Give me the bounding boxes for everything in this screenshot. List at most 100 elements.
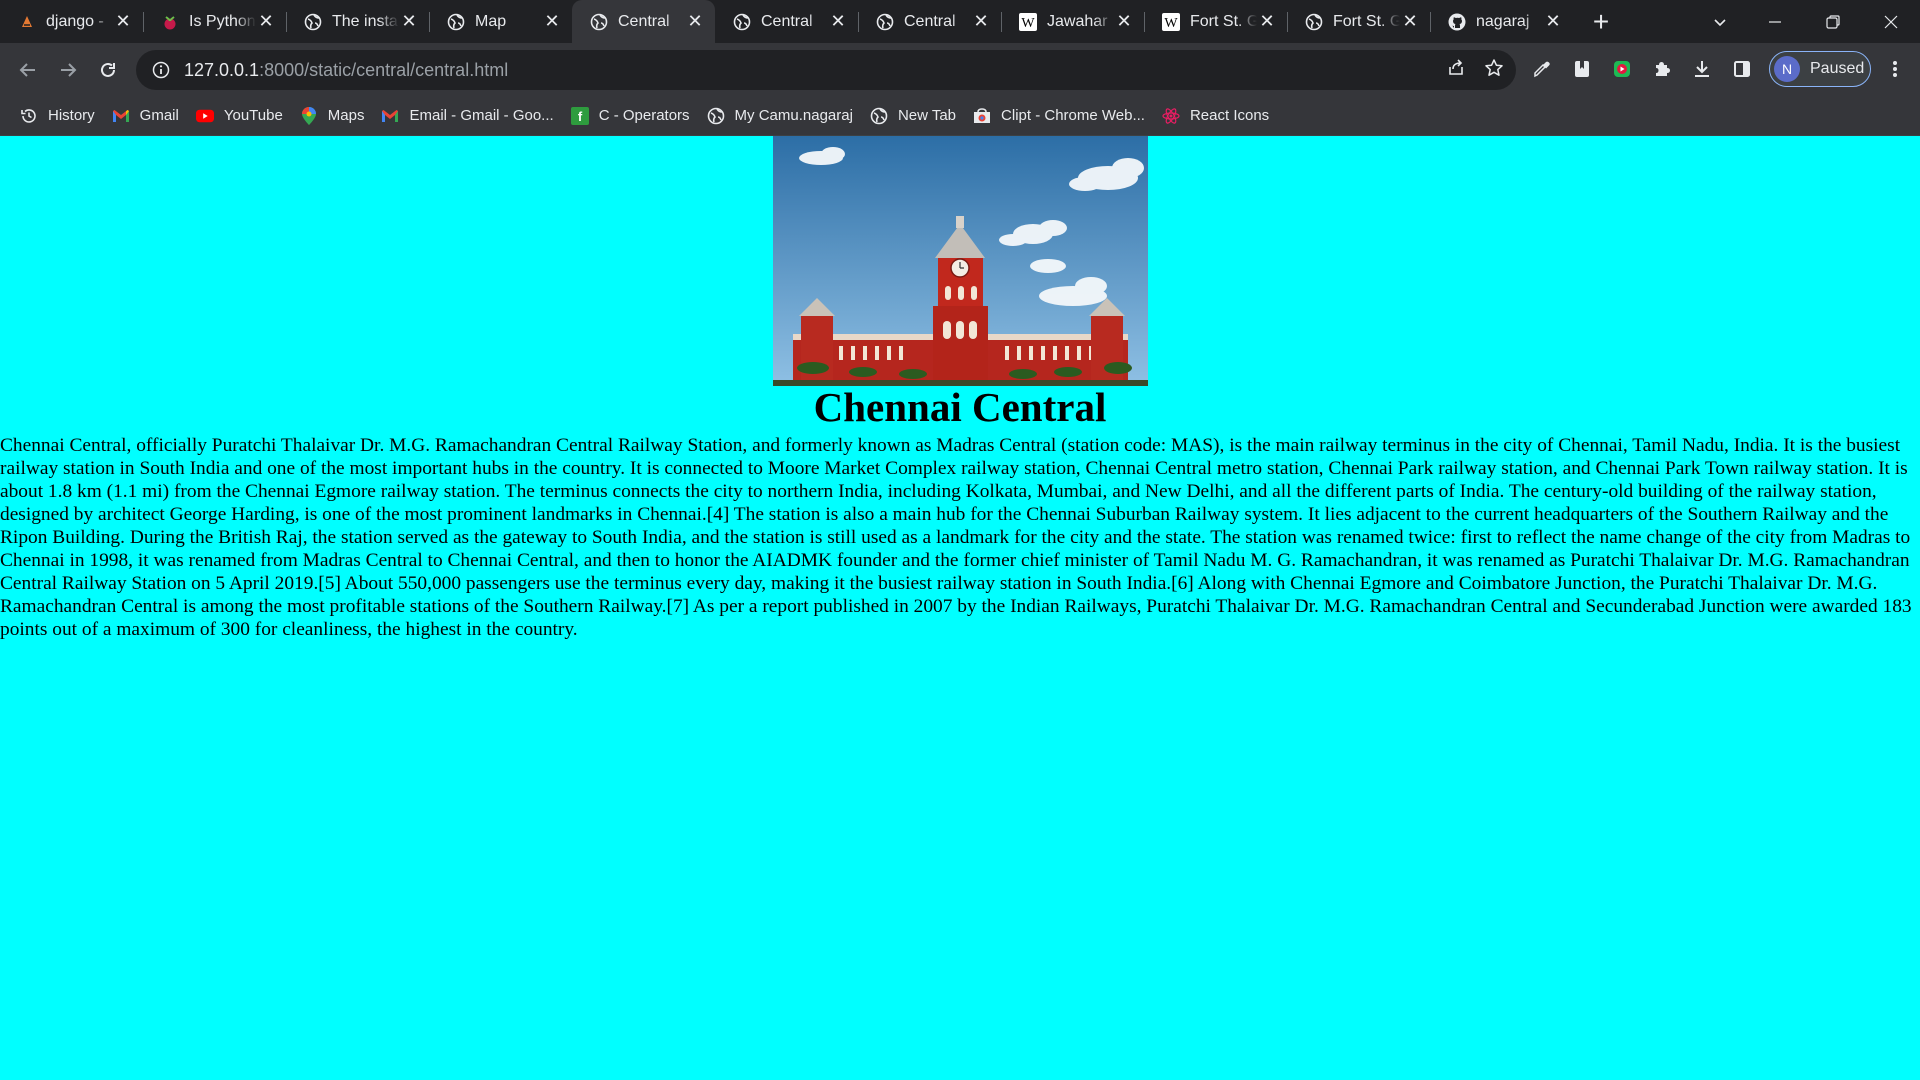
- url-host: 127.0.0.1: [184, 59, 260, 80]
- tab-0[interactable]: django - ✕: [0, 0, 143, 43]
- new-tab-button[interactable]: +: [1581, 0, 1621, 43]
- svg-text:W: W: [1021, 16, 1035, 31]
- profile-button[interactable]: N Paused: [1769, 51, 1871, 87]
- bookmark-youtube[interactable]: YouTube: [190, 100, 292, 132]
- close-icon[interactable]: ✕: [685, 11, 705, 32]
- share-icon[interactable]: [1446, 58, 1466, 83]
- bookmark-label: Email - Gmail - Goo...: [409, 107, 554, 124]
- bookmarks-bar: History Gmail YouTube Maps Email - Gmail…: [0, 96, 1920, 136]
- site-info-icon[interactable]: [150, 59, 172, 81]
- globe-icon: [870, 107, 888, 125]
- url-path: :8000/static/central/central.html: [259, 59, 509, 80]
- tab-1[interactable]: Is Python ✕: [143, 0, 286, 43]
- close-icon[interactable]: ✕: [828, 11, 848, 32]
- bookmark-react-icons[interactable]: React Icons: [1156, 100, 1278, 132]
- tab-title: Is Python: [189, 12, 256, 30]
- tab-title: Map: [475, 12, 507, 30]
- minimize-button[interactable]: [1746, 0, 1804, 43]
- tab-7[interactable]: W Jawahar ✕: [1001, 0, 1144, 43]
- forward-button[interactable]: [48, 50, 88, 90]
- page-title: Chennai Central: [813, 384, 1107, 430]
- globe-icon: [1305, 13, 1323, 31]
- bookmark-label: React Icons: [1189, 107, 1270, 124]
- globe-icon: [733, 13, 751, 31]
- tab-4-active[interactable]: Central ✕: [572, 0, 715, 43]
- puzzle-piece-icon: [1656, 62, 1670, 76]
- eyedropper-icon: [1534, 61, 1550, 78]
- bookmark-star-icon[interactable]: [1484, 58, 1504, 83]
- tab-title: The insta: [332, 12, 398, 30]
- minimize-icon: [1769, 20, 1781, 23]
- avatar: N: [1774, 56, 1800, 82]
- globe-icon: [876, 13, 894, 31]
- reload-button[interactable]: [88, 50, 128, 90]
- bookmark-label: New Tab: [897, 107, 957, 124]
- close-icon[interactable]: ✕: [113, 11, 133, 32]
- bookmark-new-tab[interactable]: New Tab: [864, 100, 965, 132]
- page-body-paragraph: Chennai Central, officially Puratchi Tha…: [0, 435, 1912, 640]
- bookmark-maps[interactable]: Maps: [294, 100, 374, 132]
- reader-extension-button[interactable]: [1566, 49, 1598, 89]
- globe-icon: [590, 13, 608, 31]
- tab-title: nagaraj: [1476, 12, 1530, 30]
- recorder-extension-button[interactable]: [1606, 49, 1638, 89]
- globe-icon: [707, 107, 725, 125]
- bookmark-history[interactable]: History: [14, 100, 104, 132]
- tab-6[interactable]: Central ✕: [858, 0, 1001, 43]
- close-icon[interactable]: ✕: [971, 11, 991, 32]
- gmail-icon: [381, 107, 399, 125]
- chevron-down-icon: [1714, 18, 1726, 26]
- tab-title: django -: [46, 12, 104, 30]
- close-icon[interactable]: ✕: [1114, 11, 1134, 32]
- window-controls: [1746, 0, 1920, 43]
- tab-10[interactable]: nagaraj ✕: [1430, 0, 1573, 43]
- tab-3[interactable]: Map ✕: [429, 0, 572, 43]
- bookmark-email-gmail[interactable]: Email - Gmail - Goo...: [375, 100, 562, 132]
- page-viewport: Chennai Central Chennai Central, officia…: [0, 136, 1920, 1080]
- close-icon[interactable]: ✕: [1257, 11, 1277, 32]
- wikipedia-icon: W: [1019, 12, 1037, 31]
- close-window-button[interactable]: [1862, 0, 1920, 43]
- color-picker-extension-button[interactable]: [1526, 49, 1558, 89]
- close-icon[interactable]: ✕: [1400, 11, 1420, 32]
- tab-9[interactable]: Fort St. G ✕: [1287, 0, 1430, 43]
- station-photo: [773, 136, 1148, 386]
- history-icon: [20, 107, 38, 125]
- github-icon: [1448, 13, 1466, 31]
- close-icon[interactable]: ✕: [256, 11, 276, 32]
- tab-title: Central: [904, 12, 956, 30]
- downloads-button[interactable]: [1686, 49, 1718, 89]
- bookmark-camu[interactable]: My Camu.nagaraj: [701, 100, 862, 132]
- tab-8[interactable]: W Fort St. G ✕: [1144, 0, 1287, 43]
- bookmark-gmail[interactable]: Gmail: [106, 100, 188, 132]
- bookmark-label: Maps: [327, 107, 365, 124]
- tab-title: Jawahar: [1047, 12, 1108, 30]
- arrow-right-icon: [61, 62, 77, 77]
- bookmark-clipt[interactable]: Clipt - Chrome Web...: [967, 100, 1154, 132]
- close-icon[interactable]: ✕: [542, 11, 562, 32]
- gmail-icon: [112, 107, 130, 125]
- youtube-icon: [195, 107, 214, 125]
- close-icon[interactable]: ✕: [399, 11, 419, 32]
- bookmark-c-operators[interactable]: f C - Operators: [565, 100, 699, 132]
- tab-5[interactable]: Central ✕: [715, 0, 858, 43]
- tab-search-button[interactable]: [1705, 0, 1735, 43]
- operators-icon: f: [570, 106, 589, 125]
- bookmark-label: YouTube: [223, 107, 283, 124]
- address-bar[interactable]: 127.0.0.1:8000/static/central/central.ht…: [136, 50, 1516, 90]
- extensions-button[interactable]: [1646, 49, 1678, 89]
- profile-status-label: Paused: [1810, 60, 1865, 77]
- url-text: 127.0.0.1:8000/static/central/central.ht…: [184, 60, 508, 81]
- reload-icon: [101, 62, 115, 77]
- restore-button[interactable]: [1804, 0, 1862, 43]
- globe-icon: [447, 13, 465, 31]
- tab-2[interactable]: The insta ✕: [286, 0, 429, 43]
- bookmark-label: C - Operators: [598, 107, 690, 124]
- bookmark-label: Gmail: [139, 107, 179, 124]
- side-panel-button[interactable]: [1726, 49, 1758, 89]
- bookmark-label: Clipt - Chrome Web...: [1001, 107, 1145, 124]
- close-icon[interactable]: ✕: [1543, 11, 1563, 32]
- chrome-menu-button[interactable]: [1880, 49, 1910, 89]
- back-button[interactable]: [8, 50, 48, 90]
- tab-title: Fort St. G: [1190, 12, 1257, 30]
